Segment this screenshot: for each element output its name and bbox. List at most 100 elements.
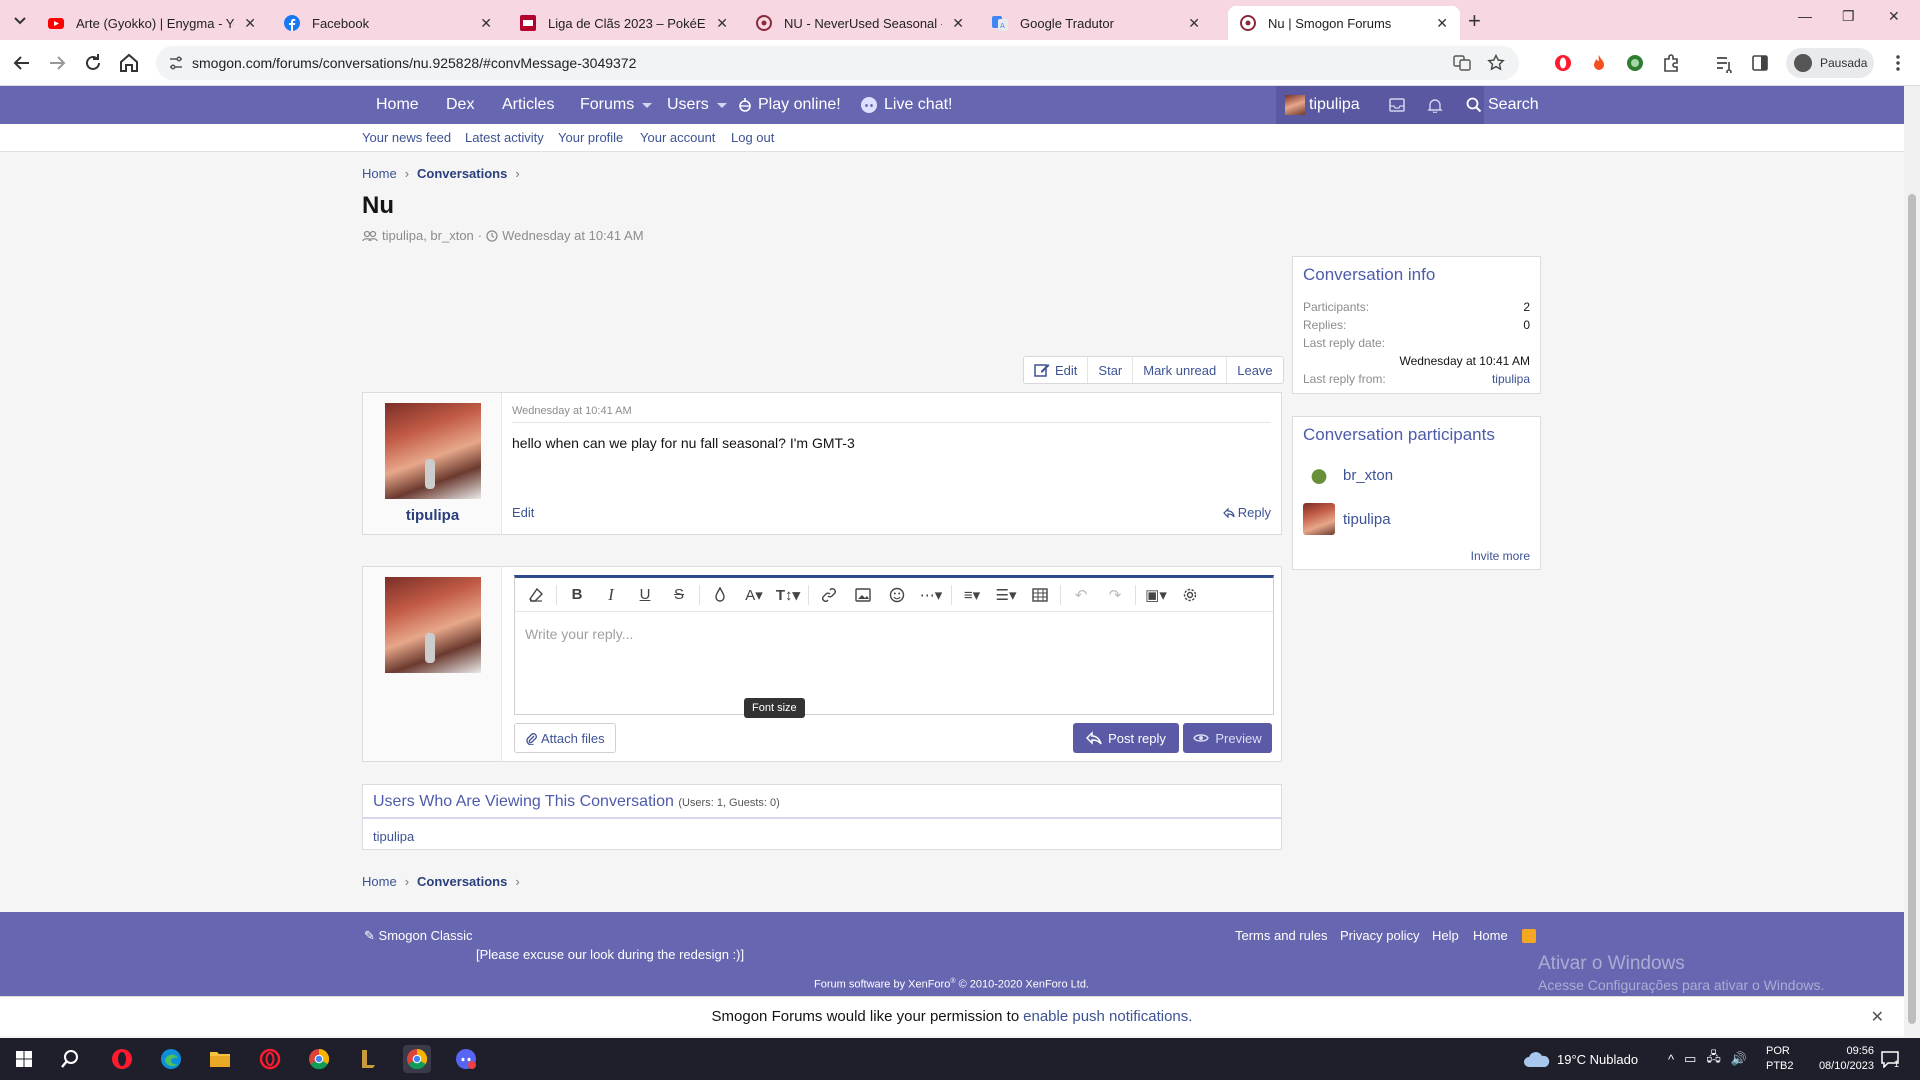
preview-button[interactable]: Preview xyxy=(1183,723,1272,753)
breadcrumb-conversations[interactable]: Conversations xyxy=(417,166,507,181)
nav-home[interactable]: Home xyxy=(376,86,419,124)
forward-arrow-icon[interactable] xyxy=(45,51,69,75)
leave-button[interactable]: Leave xyxy=(1227,357,1282,383)
bookmark-star-icon[interactable] xyxy=(1487,54,1505,72)
gear-icon[interactable] xyxy=(1173,578,1207,612)
nav-search[interactable]: Search xyxy=(1466,86,1539,124)
notification-center-button[interactable]: 1 xyxy=(1880,1038,1899,1080)
close-tab-icon[interactable]: ✕ xyxy=(952,15,964,32)
browser-tab[interactable]: NU - NeverUsed Seasonal - Ro ✕ xyxy=(744,6,976,40)
attach-files-button[interactable]: Attach files xyxy=(514,723,616,753)
close-tab-icon[interactable]: ✕ xyxy=(1188,15,1200,32)
font-size-icon[interactable]: T↕▾ xyxy=(771,578,805,612)
more-menu-icon[interactable] xyxy=(1888,53,1908,73)
align-icon[interactable]: ≡▾ xyxy=(955,578,989,612)
nav-dex[interactable]: Dex xyxy=(446,86,474,124)
reload-icon[interactable] xyxy=(81,51,105,75)
reply-input[interactable]: Write your reply... xyxy=(525,626,633,642)
underline-icon[interactable]: U xyxy=(628,578,662,612)
bold-icon[interactable]: B xyxy=(560,578,594,612)
address-bar[interactable]: smogon.com/forums/conversations/nu.92582… xyxy=(156,46,1519,80)
eraser-icon[interactable] xyxy=(519,578,553,612)
subnav-log-out[interactable]: Log out xyxy=(731,130,774,145)
volume-icon[interactable]: 🔊 xyxy=(1731,1051,1747,1067)
profile-button[interactable]: Pausada xyxy=(1786,48,1874,78)
file-explorer-taskbar-icon[interactable] xyxy=(206,1045,234,1073)
browser-tab[interactable]: Liga de Clãs 2023 – PokéEVO ✕ xyxy=(508,6,740,40)
clock[interactable]: 09:56 08/10/2023 xyxy=(1814,1038,1874,1080)
back-arrow-icon[interactable] xyxy=(10,51,34,75)
restore-window-button[interactable]: ❐ xyxy=(1842,8,1855,25)
league-taskbar-icon[interactable] xyxy=(354,1045,382,1073)
table-icon[interactable] xyxy=(1023,578,1057,612)
close-icon[interactable]: ✕ xyxy=(1871,1007,1884,1027)
rss-icon[interactable] xyxy=(1522,929,1536,943)
list-icon[interactable]: ☰▾ xyxy=(989,578,1023,612)
footer-home-link[interactable]: Home xyxy=(1473,928,1508,943)
side-panel-icon[interactable] xyxy=(1750,53,1770,73)
browser-tab[interactable]: Facebook ✕ xyxy=(272,6,504,40)
footer-help-link[interactable]: Help xyxy=(1432,928,1459,943)
subnav-latest-activity[interactable]: Latest activity xyxy=(465,130,544,145)
close-tab-icon[interactable]: ✕ xyxy=(716,15,728,32)
nav-username[interactable]: tipulipa xyxy=(1285,86,1360,124)
media-controls-icon[interactable] xyxy=(1714,53,1734,73)
site-info-icon[interactable] xyxy=(168,55,184,71)
enable-push-link[interactable]: enable push notifications. xyxy=(1023,1008,1192,1025)
home-icon[interactable] xyxy=(117,51,141,75)
tab-search-chevron-icon[interactable] xyxy=(8,10,32,30)
puzzle-extensions-icon[interactable] xyxy=(1661,53,1681,73)
weather-widget[interactable]: 19°C Nublado xyxy=(1523,1038,1638,1080)
close-window-button[interactable]: ✕ xyxy=(1888,8,1900,25)
new-tab-button[interactable]: + xyxy=(1468,8,1481,34)
close-tab-icon[interactable]: ✕ xyxy=(244,15,256,32)
image-icon[interactable] xyxy=(846,578,880,612)
scrollbar-thumb[interactable] xyxy=(1908,194,1916,1024)
opera-taskbar-icon[interactable] xyxy=(108,1045,136,1073)
footer-privacy-link[interactable]: Privacy policy xyxy=(1340,928,1419,943)
nav-forums[interactable]: Forums xyxy=(580,86,653,124)
drafts-save-icon[interactable]: ▣▾ xyxy=(1139,578,1173,612)
browser-tab[interactable]: A Google Tradutor ✕ xyxy=(980,6,1212,40)
participant-item[interactable]: br_xton xyxy=(1303,459,1393,491)
edit-conversation-button[interactable]: Edit xyxy=(1024,357,1089,383)
nav-live-chat[interactable]: Live chat! xyxy=(860,86,952,124)
fire-extension-icon[interactable] xyxy=(1589,53,1609,73)
opera-gx-taskbar-icon[interactable] xyxy=(256,1045,284,1073)
participant-item[interactable]: tipulipa xyxy=(1303,503,1391,535)
invite-more-link[interactable]: Invite more xyxy=(1471,549,1530,563)
chrome-active-taskbar-icon[interactable] xyxy=(403,1045,431,1073)
page-scrollbar[interactable] xyxy=(1904,86,1920,1038)
inbox-envelope-icon[interactable] xyxy=(1389,98,1405,112)
minimize-window-button[interactable]: — xyxy=(1798,8,1812,24)
redo-icon[interactable]: ↷ xyxy=(1098,578,1132,612)
nav-play-online[interactable]: Play online! xyxy=(738,86,841,124)
subnav-your-profile[interactable]: Your profile xyxy=(558,130,623,145)
subnav-news-feed[interactable]: Your news feed xyxy=(362,130,451,145)
close-tab-icon[interactable]: ✕ xyxy=(1436,15,1448,32)
discord-taskbar-icon[interactable] xyxy=(452,1045,480,1073)
input-language-indicator[interactable]: POR PTB2 xyxy=(1766,1038,1794,1080)
info-last-reply-from-user[interactable]: tipulipa xyxy=(1492,372,1530,386)
undo-icon[interactable]: ↶ xyxy=(1064,578,1098,612)
browser-tab-active[interactable]: Nu | Smogon Forums ✕ xyxy=(1228,6,1460,40)
breadcrumb-home[interactable]: Home xyxy=(362,166,397,181)
globe-extension-icon[interactable] xyxy=(1625,53,1645,73)
avatar[interactable] xyxy=(385,403,481,499)
translate-icon[interactable] xyxy=(1453,54,1471,72)
footer-brand[interactable]: ✎ Smogon Classic xyxy=(364,928,472,944)
mark-unread-button[interactable]: Mark unread xyxy=(1133,357,1228,383)
nav-articles[interactable]: Articles xyxy=(502,86,554,124)
breadcrumb-conversations[interactable]: Conversations xyxy=(417,874,507,889)
close-tab-icon[interactable]: ✕ xyxy=(480,15,492,32)
bell-icon[interactable] xyxy=(1427,97,1443,113)
device-icon[interactable]: ▭ xyxy=(1684,1051,1696,1067)
italic-icon[interactable]: I xyxy=(594,578,628,612)
breadcrumb-home[interactable]: Home xyxy=(362,874,397,889)
edge-taskbar-icon[interactable] xyxy=(157,1045,185,1073)
show-hidden-icons-chevron-icon[interactable]: ^ xyxy=(1668,1052,1674,1067)
windows-start-icon[interactable] xyxy=(16,1051,32,1067)
smiley-icon[interactable] xyxy=(880,578,914,612)
message-author[interactable]: tipulipa xyxy=(363,507,502,524)
search-icon[interactable] xyxy=(60,1049,80,1069)
